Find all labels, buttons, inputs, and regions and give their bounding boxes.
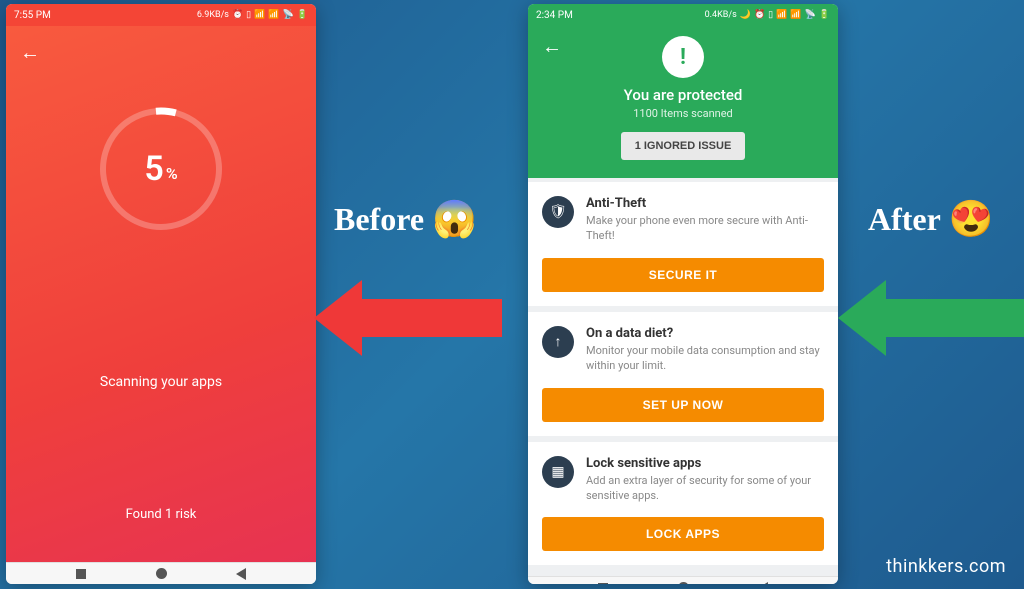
battery-icon: 🔋	[819, 10, 830, 20]
signal-icon: 📶	[790, 10, 801, 20]
sim-icon: ▯	[246, 10, 251, 20]
status-bar: 7:55 PM 6.9KB/s ⏰ ▯ 📶 📶 📡 🔋	[6, 4, 316, 26]
progress-ring: 5%	[96, 104, 226, 234]
home-button[interactable]	[156, 568, 167, 579]
back-button[interactable]: ←	[20, 40, 40, 65]
status-icons: 0.4KB/s 🌙 ⏰ ▯ 📶 📶 📡 🔋	[705, 10, 830, 20]
after-label: After 😍	[868, 198, 994, 240]
recent-apps-button[interactable]	[76, 569, 86, 579]
scream-emoji-icon: 😱	[432, 198, 477, 240]
recent-apps-button[interactable]	[598, 583, 608, 585]
back-nav-button[interactable]	[236, 568, 246, 580]
set-up-now-button[interactable]: SET UP NOW	[542, 388, 824, 422]
items-scanned-label: 1100 Items scanned	[528, 107, 838, 120]
android-nav-bar	[6, 562, 316, 584]
feature-list: 🛡 Anti-Theft Make your phone even more s…	[528, 178, 838, 576]
before-arrow-icon	[314, 280, 502, 356]
home-button[interactable]	[678, 582, 689, 584]
signal-icon: 📶	[776, 10, 787, 20]
risk-found-label: Found 1 risk	[6, 507, 316, 522]
wifi-icon: 📡	[805, 10, 816, 20]
netspeed: 6.9KB/s	[197, 10, 229, 20]
phone-before-screenshot: 7:55 PM 6.9KB/s ⏰ ▯ 📶 📶 📡 🔋 ← 5% Scannin…	[6, 4, 316, 584]
status-bar: 2:34 PM 0.4KB/s 🌙 ⏰ ▯ 📶 📶 📡 🔋	[528, 4, 838, 26]
shield-status-icon: !	[662, 36, 704, 78]
heart-eyes-emoji-icon: 😍	[949, 198, 994, 240]
anti-theft-icon: 🛡	[542, 196, 574, 228]
phone-after-screenshot: 2:34 PM 0.4KB/s 🌙 ⏰ ▯ 📶 📶 📡 🔋 ← ! You ar…	[528, 4, 838, 584]
scanning-label: Scanning your apps	[6, 374, 316, 390]
sim-icon: ▯	[768, 10, 773, 20]
status-time: 2:34 PM	[536, 10, 573, 21]
signal-icon: 📶	[268, 10, 279, 20]
protected-header: ← ! You are protected 1100 Items scanned…	[528, 26, 838, 178]
android-nav-bar	[528, 576, 838, 584]
before-label: Before 😱	[334, 198, 477, 240]
card-title: On a data diet?	[586, 326, 824, 341]
protected-title: You are protected	[528, 86, 838, 104]
status-time: 7:55 PM	[14, 10, 51, 21]
lock-apps-button[interactable]: LOCK APPS	[542, 517, 824, 551]
watermark: thinkkers.com	[886, 556, 1006, 577]
app-lock-card: ▦ Lock sensitive apps Add an extra layer…	[528, 442, 838, 566]
battery-icon: 🔋	[297, 10, 308, 20]
data-usage-icon: ↑	[542, 326, 574, 358]
alarm-icon: ⏰	[232, 10, 243, 20]
ignored-issue-button[interactable]: 1 IGNORED ISSUE	[621, 132, 746, 160]
status-icons: 6.9KB/s ⏰ ▯ 📶 📶 📡 🔋	[197, 10, 308, 20]
card-desc: Monitor your mobile data consumption and…	[586, 343, 824, 374]
app-lock-icon: ▦	[542, 456, 574, 488]
scanning-screen: ← 5% Scanning your apps Found 1 risk	[6, 26, 316, 562]
signal-icon: 📶	[254, 10, 265, 20]
back-nav-button[interactable]	[758, 582, 768, 585]
progress-value: 5%	[96, 104, 226, 234]
card-desc: Make your phone even more secure with An…	[586, 213, 824, 244]
after-arrow-icon	[838, 280, 1024, 356]
netspeed: 0.4KB/s	[705, 10, 737, 20]
dnd-icon: 🌙	[740, 10, 751, 20]
card-desc: Add an extra layer of security for some …	[586, 473, 824, 504]
alarm-icon: ⏰	[754, 10, 765, 20]
wifi-icon: 📡	[283, 10, 294, 20]
card-title: Anti-Theft	[586, 196, 824, 211]
anti-theft-card: 🛡 Anti-Theft Make your phone even more s…	[528, 182, 838, 306]
back-button[interactable]: ←	[542, 34, 562, 59]
secure-it-button[interactable]: SECURE IT	[542, 258, 824, 292]
card-title: Lock sensitive apps	[586, 456, 824, 471]
data-diet-card: ↑ On a data diet? Monitor your mobile da…	[528, 312, 838, 436]
